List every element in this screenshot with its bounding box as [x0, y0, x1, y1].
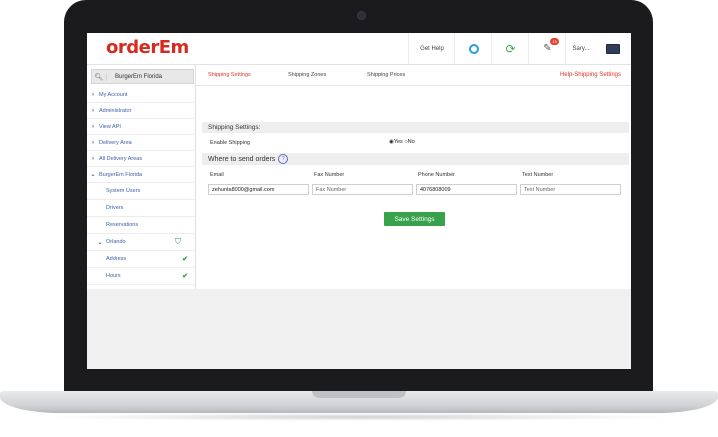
sidebar-item-label: System Users: [106, 188, 141, 194]
section-header-send-orders: Where to send orders ?: [202, 153, 629, 165]
sidebar-item-label: Reservations: [106, 222, 139, 228]
logo[interactable]: orderEm: [106, 37, 189, 58]
sidebar-item-administrator[interactable]: › Administrator: [87, 103, 195, 119]
tab-shipping-settings[interactable]: Shipping Settings: [208, 65, 251, 86]
refresh-icon: ⟳: [505, 41, 516, 56]
email-label: Email: [210, 172, 224, 178]
chevron-right-icon: ›: [92, 123, 94, 130]
monitor-icon: [606, 43, 620, 54]
sidebar-item-system-users[interactable]: System Users: [87, 183, 195, 200]
sidebar-item-label: Drivers: [106, 205, 124, 211]
sidebar-item-delivery-area[interactable]: › Delivery Area: [87, 135, 195, 151]
fax-label: Fax Number: [314, 172, 345, 178]
text-number-field[interactable]: Text Number: [520, 184, 621, 195]
tab-shipping-prices[interactable]: Shipping Prices: [367, 65, 405, 85]
sidebar-item-label: Delivery Area: [99, 139, 132, 146]
chevron-right-icon: ›: [92, 91, 94, 98]
speedometer-icon: [468, 43, 479, 54]
top-bar: orderEm Get Help ⟳ ✎ 19 Sary...: [87, 33, 631, 65]
tab-shipping-zones[interactable]: Shipping Zones: [288, 65, 326, 85]
notification-badge: 19: [550, 38, 559, 45]
sidebar-item-label: Hours: [106, 273, 121, 279]
laptop-notch: [312, 391, 406, 398]
camera-icon: [358, 12, 365, 19]
user-menu[interactable]: Sary...: [565, 33, 596, 64]
laptop-shadow: [40, 413, 678, 421]
help-icon[interactable]: ?: [278, 154, 289, 164]
sidebar-item-drivers[interactable]: Drivers: [87, 200, 195, 217]
monitor-button[interactable]: [595, 33, 631, 64]
help-shipping-settings-link[interactable]: Help-Shipping Settings: [560, 65, 621, 85]
email-field[interactable]: zehunta8000@gmail.com: [208, 184, 309, 195]
location-search[interactable]: 🔍︎ BurgerEm Florida: [91, 69, 194, 84]
screen: orderEm Get Help ⟳ ✎ 19 Sary... 🔍︎ Burger…: [87, 33, 631, 369]
save-settings-button[interactable]: Save Settings: [384, 212, 445, 226]
speedometer-button[interactable]: [454, 33, 492, 64]
fax-field[interactable]: Fax Number: [312, 184, 413, 195]
sidebar-item-view-api[interactable]: › View API: [87, 119, 195, 135]
enable-shipping-label: Enable Shipping: [210, 140, 251, 146]
radio-yes[interactable]: ◉Yes: [389, 139, 403, 145]
sidebar-item-label: Orlando: [106, 239, 126, 245]
sidebar-item-hours[interactable]: Hours ✔: [87, 268, 195, 285]
sidebar-item-burgerem-florida[interactable]: ⌄ BurgerEm Florida: [87, 167, 195, 183]
sidebar-item-my-account[interactable]: › My Account: [87, 87, 195, 103]
phone-field[interactable]: 4076808009: [416, 184, 517, 195]
sidebar-item-label: BurgerEm Florida: [99, 171, 143, 178]
sidebar-item-label: All Delivery Areas: [99, 155, 143, 162]
check-icon: ✔: [182, 256, 188, 263]
empty-area: [87, 289, 631, 369]
search-value: BurgerEm Florida: [115, 73, 163, 80]
chevron-right-icon: ›: [92, 155, 94, 162]
enable-shipping-radios: ◉Yes ○No: [389, 139, 415, 145]
text-label: Text Number: [522, 172, 554, 178]
check-icon: ✔: [182, 273, 188, 280]
sidebar-item-label: Administrator: [99, 107, 132, 114]
tabs-divider: [196, 85, 631, 86]
chevron-right-icon: ›: [92, 139, 94, 146]
chevron-right-icon: ›: [92, 107, 94, 114]
get-help-link[interactable]: Get Help: [408, 33, 455, 64]
section-header-shipping-settings: Shipping Settings:: [202, 122, 629, 133]
main-content: Shipping Settings Shipping Zones Shippin…: [196, 65, 631, 289]
notification-icon: ✎ 19: [543, 38, 559, 54]
sidebar-item-label: Address: [106, 256, 127, 262]
sidebar-item-label: View API: [99, 123, 121, 130]
section-title: Shipping Settings:: [208, 124, 261, 131]
sidebar: 🔍︎ BurgerEm Florida › My Account › Admin…: [87, 65, 196, 289]
sidebar-item-address[interactable]: Address ✔: [87, 251, 195, 268]
section-title: Where to send orders: [208, 155, 276, 163]
chevron-down-icon: ⌄: [90, 172, 96, 178]
notifications-button[interactable]: ✎ 19: [528, 33, 566, 64]
radio-no[interactable]: ○No: [404, 139, 414, 145]
sidebar-item-reservations[interactable]: Reservations: [87, 217, 195, 234]
search-icon: 🔍︎: [92, 72, 107, 81]
sidebar-item-all-delivery-areas[interactable]: › All Delivery Areas: [87, 151, 195, 167]
phone-label: Phone Number: [418, 172, 455, 178]
sidebar-item-orlando[interactable]: ⌄ Orlando ⛉: [87, 234, 195, 251]
refresh-button[interactable]: ⟳: [491, 33, 529, 64]
shield-icon: ⛉: [175, 237, 181, 246]
chevron-down-icon: ⌄: [97, 239, 103, 246]
sidebar-item-label: My Account: [99, 91, 128, 98]
